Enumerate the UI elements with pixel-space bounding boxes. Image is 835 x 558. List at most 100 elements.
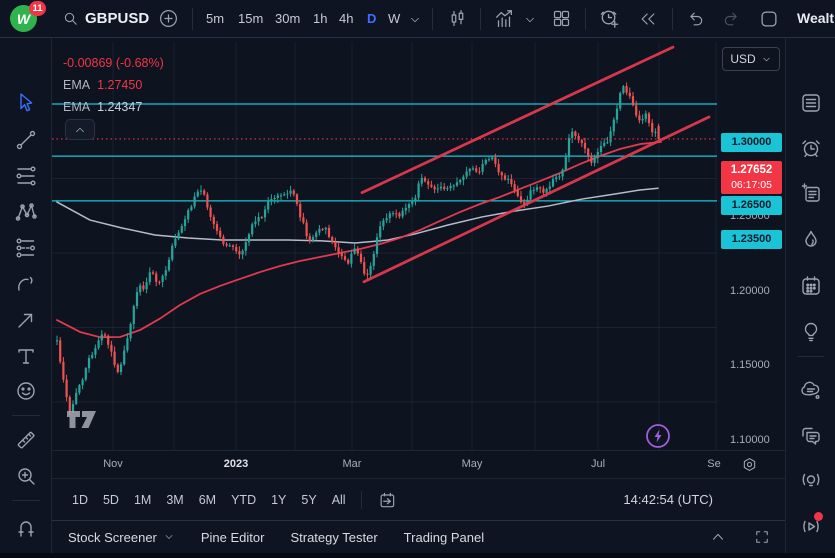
indicator-row-ema-slow[interactable]: EMA1.24347 — [63, 96, 164, 118]
price-tick: 1.20000 — [730, 285, 770, 297]
bar-countdown: 06:17:05 — [721, 178, 782, 193]
range-1d[interactable]: 1D — [72, 493, 88, 507]
clock-utc[interactable]: 14:42:54 (UTC) — [623, 492, 713, 507]
toolbar-divider — [480, 8, 481, 30]
hotlists-flame-icon[interactable] — [799, 228, 823, 252]
range-all[interactable]: All — [332, 493, 346, 507]
window-edge — [0, 553, 835, 558]
save-layout-icon[interactable] — [758, 8, 780, 30]
alert-add-icon[interactable] — [598, 7, 621, 30]
toolbar-divider — [432, 8, 433, 30]
last-price-value: 1.27652 — [721, 163, 782, 178]
range-6m[interactable]: 6M — [199, 493, 216, 507]
currency-dropdown[interactable]: USD — [722, 47, 780, 71]
tab-pine-editor[interactable]: Pine Editor — [201, 530, 265, 545]
fib-retracement-tool-icon[interactable] — [14, 164, 38, 188]
range-1m[interactable]: 1M — [134, 493, 151, 507]
tab-strategy-tester[interactable]: Strategy Tester — [290, 530, 377, 545]
indicator-value: 1.24347 — [97, 100, 142, 114]
forecast-tool-icon[interactable] — [14, 236, 38, 260]
time-tick: Se — [707, 458, 720, 470]
notes-icon[interactable] — [799, 181, 823, 205]
range-5d[interactable]: 5D — [103, 493, 119, 507]
range-divider — [361, 491, 362, 509]
timeframe-1w[interactable]: W — [388, 11, 400, 26]
timeframe-15m[interactable]: 15m — [238, 11, 263, 26]
chart-settings-gear-icon[interactable] — [740, 455, 759, 474]
time-axis[interactable]: Nov 2023 Mar May Jul Se — [52, 450, 785, 478]
xabcd-pattern-tool-icon[interactable] — [14, 200, 38, 224]
expand-panel-chevron-up-icon[interactable] — [709, 528, 727, 546]
time-tick: May — [462, 458, 483, 470]
timeframes-chevron-down-icon[interactable] — [408, 13, 422, 27]
timeframe-30m[interactable]: 30m — [275, 11, 300, 26]
streams-idea-icon[interactable] — [799, 468, 823, 492]
currency-chevron-down-icon — [761, 54, 772, 65]
legend-collapse-button[interactable] — [65, 119, 95, 140]
toolbar-divider — [12, 500, 40, 501]
range-3m[interactable]: 3M — [166, 493, 183, 507]
indicator-value: 1.27450 — [97, 78, 142, 92]
range-ytd[interactable]: YTD — [231, 493, 256, 507]
compare-add-icon[interactable] — [158, 8, 179, 29]
trend-line-tool-icon[interactable] — [14, 128, 38, 152]
quick-trade-flash-icon[interactable] — [645, 423, 671, 449]
account-name[interactable]: Wealth — [797, 10, 835, 26]
minds-cloud-icon[interactable] — [799, 378, 823, 402]
top-toolbar: W 11 GBPUSD 5m 15m 30m 1h 4h D W Wealth — [0, 0, 835, 38]
magnet-tool-icon[interactable] — [14, 516, 38, 540]
tab-label: Trading Panel — [404, 530, 484, 545]
level-price-label: 1.26500 — [721, 196, 782, 215]
watchlist-icon[interactable] — [799, 91, 823, 115]
symbol-button[interactable]: GBPUSD — [85, 10, 149, 27]
go-to-date-icon[interactable] — [377, 490, 397, 510]
tab-trading-panel[interactable]: Trading Panel — [404, 530, 484, 545]
chart-style-candles-icon[interactable] — [447, 8, 468, 29]
timeframe-5m[interactable]: 5m — [206, 11, 224, 26]
bar-replay-icon[interactable] — [638, 9, 658, 29]
timeframe-1h[interactable]: 1h — [313, 11, 327, 26]
time-tick-year: 2023 — [224, 458, 248, 470]
range-5y[interactable]: 5Y — [301, 493, 316, 507]
toolbar-divider — [192, 8, 193, 30]
price-axis[interactable]: USD 1.25000 1.20000 1.15000 1.10000 1.30… — [717, 38, 785, 450]
live-badge — [814, 512, 823, 521]
tab-label: Stock Screener — [68, 530, 157, 545]
level-price-label: 1.23500 — [721, 230, 782, 249]
tab-stock-screener[interactable]: Stock Screener — [68, 530, 175, 545]
timeframe-4h[interactable]: 4h — [339, 11, 353, 26]
indicator-row-ema-fast[interactable]: EMA 1.27450 — [63, 74, 164, 96]
price-tick: 1.10000 — [730, 434, 770, 446]
calendar-icon[interactable] — [799, 274, 823, 298]
notification-badge: 11 — [29, 1, 46, 16]
logo-glyph: W — [17, 11, 30, 27]
currency-label: USD — [730, 52, 755, 66]
range-1y[interactable]: 1Y — [271, 493, 286, 507]
indicators-icon[interactable] — [493, 8, 515, 30]
cursor-tool-icon[interactable] — [14, 91, 38, 115]
brush-tool-icon[interactable] — [14, 272, 38, 296]
screener-chevron-down-icon — [163, 531, 175, 543]
text-tool-icon[interactable] — [14, 344, 38, 368]
toolbar-divider — [585, 8, 586, 30]
toolbar-divider — [12, 415, 40, 416]
time-tick: Mar — [343, 458, 362, 470]
search-icon[interactable] — [62, 10, 80, 28]
chevron-up-icon — [73, 123, 87, 137]
alerts-icon[interactable] — [799, 136, 823, 160]
indicators-chevron-down-icon[interactable] — [523, 13, 537, 27]
zoom-in-tool-icon[interactable] — [14, 464, 38, 488]
arrow-tool-icon[interactable] — [14, 308, 38, 332]
timeframe-1d[interactable]: D — [367, 11, 376, 26]
last-price-label: 1.27652 06:17:05 — [721, 161, 782, 194]
redo-icon[interactable] — [722, 9, 742, 29]
ideas-lightbulb-icon[interactable] — [799, 320, 823, 344]
maximize-panel-icon[interactable] — [753, 528, 771, 546]
layout-grid-icon[interactable] — [551, 8, 572, 29]
emoji-tool-icon[interactable] — [14, 379, 38, 403]
measure-tool-icon[interactable] — [14, 428, 38, 452]
toolbar-divider — [672, 8, 673, 30]
chat-icon[interactable] — [799, 423, 823, 447]
undo-icon[interactable] — [685, 9, 705, 29]
indicator-name: EMA — [63, 78, 90, 92]
